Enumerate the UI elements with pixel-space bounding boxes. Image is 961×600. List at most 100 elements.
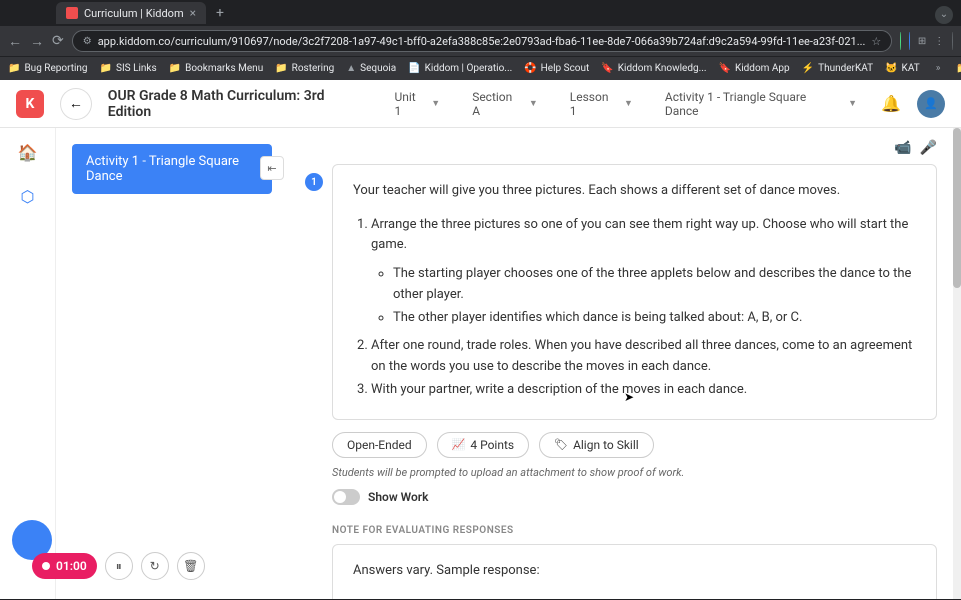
pause-button[interactable]: ⏸ — [105, 552, 133, 580]
response-card: Answers vary. Sample response: A: Move r… — [332, 544, 937, 599]
folder-icon: 📁 — [275, 63, 287, 74]
bookmarks-overflow-icon[interactable]: » — [932, 63, 945, 74]
points-pill[interactable]: 📈4 Points — [437, 432, 529, 458]
reload-icon[interactable]: ⟳ — [52, 33, 64, 49]
folder-icon: 📁 — [8, 63, 20, 74]
all-bookmarks-button[interactable]: 📁All Bookmarks — [956, 58, 961, 80]
kebab-menu-icon[interactable]: ⋮ — [934, 32, 944, 50]
curriculum-icon[interactable]: ⬡ — [16, 184, 40, 208]
collapse-panel-button[interactable]: ⇤ — [260, 156, 284, 180]
list-item: After one round, trade roles. When you h… — [371, 336, 916, 378]
show-work-toggle[interactable] — [332, 489, 360, 505]
bookmark-item[interactable]: 🐱KAT — [885, 63, 920, 74]
page-icon: 🛟 — [524, 63, 536, 74]
forward-arrow-icon[interactable]: → — [30, 33, 44, 50]
extensions-menu-icon[interactable]: ⊞ — [918, 32, 926, 50]
lesson-selector[interactable]: Lesson 1▼ — [562, 86, 641, 122]
page-icon: ▲ — [346, 63, 356, 74]
browser-tab[interactable]: Curriculum | Kiddom × — [56, 2, 206, 24]
list-item: Arrange the three pictures so one of you… — [371, 215, 916, 257]
app-body: 🏠 ⬡ Activity 1 - Triangle Square Dance ⇤… — [0, 80, 961, 599]
extension-icon[interactable] — [900, 32, 901, 50]
chevron-down-icon: ▼ — [529, 98, 538, 109]
side-panel: Activity 1 - Triangle Square Dance ⇤ — [56, 128, 272, 599]
home-icon[interactable]: 🏠 — [16, 140, 40, 164]
bookmark-item[interactable]: 🛟Help Scout — [524, 63, 589, 74]
back-arrow-icon[interactable]: ← — [8, 33, 22, 50]
screen-recorder-widget: 01:00 ⏸ ↻ 🗑 — [32, 552, 205, 580]
tab-favicon — [66, 7, 78, 19]
align-skill-pill[interactable]: 🏷Align to Skill — [539, 432, 654, 458]
url-text: app.kiddom.co/curriculum/910697/node/3c2… — [98, 35, 866, 48]
site-settings-icon[interactable]: ⚙ — [83, 36, 92, 47]
scrollbar-thumb[interactable] — [953, 128, 961, 288]
folder-icon: 📁 — [956, 63, 961, 74]
trending-icon: 📈 — [452, 438, 466, 451]
back-button[interactable]: ← — [60, 88, 92, 120]
chevron-down-icon: ▼ — [624, 98, 633, 109]
page-icon: ⚡ — [802, 63, 814, 74]
question-intro: Your teacher will give you three picture… — [353, 181, 916, 201]
bookmark-item[interactable]: ⚡ThunderKAT — [802, 63, 873, 74]
bookmark-item[interactable]: 🔖Kiddom App — [719, 63, 790, 74]
folder-icon: 📁 — [169, 63, 181, 74]
delete-button[interactable]: 🗑 — [177, 552, 205, 580]
restart-button[interactable]: ↻ — [141, 552, 169, 580]
bookmarks-bar: 📁Bug Reporting 📁SIS Links 📁Bookmarks Men… — [0, 56, 961, 80]
url-bar[interactable]: ⚙ app.kiddom.co/curriculum/910697/node/3… — [72, 30, 893, 52]
bookmark-item[interactable]: 📄Kiddom | Operatio... — [408, 63, 512, 74]
page-icon: 📄 — [408, 63, 420, 74]
list-item: The other player identifies which dance … — [393, 308, 916, 329]
profile-avatar[interactable] — [952, 32, 953, 50]
user-avatar[interactable]: 👤 — [917, 90, 945, 118]
content-scroll[interactable]: 📹 🎤 1 Your teacher will give you three p… — [272, 128, 961, 599]
browser-toolbar: ← → ⟳ ⚙ app.kiddom.co/curriculum/910697/… — [0, 26, 961, 56]
app-header: K ← OUR Grade 8 Math Curriculum: 3rd Edi… — [0, 80, 961, 128]
question-substeps: The starting player chooses one of the t… — [371, 264, 916, 328]
response-intro: Answers vary. Sample response: — [353, 561, 916, 582]
bookmark-item[interactable]: ▲Sequoia — [346, 63, 396, 74]
show-work-toggle-row: Show Work — [332, 489, 937, 505]
section-selector[interactable]: Section A▼ — [464, 86, 546, 122]
list-item: With your partner, write a description o… — [371, 380, 916, 401]
note-label: NOTE FOR EVALUATING RESPONSES — [332, 525, 937, 536]
bookmark-item[interactable]: 📁SIS Links — [100, 63, 157, 74]
bell-icon[interactable]: 🔔 — [881, 94, 901, 113]
chevron-down-icon: ▼ — [431, 98, 440, 109]
kiddom-logo[interactable]: K — [16, 90, 44, 118]
activity-selector[interactable]: Activity 1 - Triangle Square Dance▼ — [657, 86, 865, 122]
chevron-down-icon[interactable]: ⌄ — [935, 6, 953, 24]
recorder-time-pill[interactable]: 01:00 — [32, 553, 97, 579]
page-icon: 🔖 — [719, 63, 731, 74]
activity-chip[interactable]: Activity 1 - Triangle Square Dance — [72, 144, 272, 194]
record-dot-icon — [42, 562, 50, 570]
tag-icon: 🏷 — [554, 438, 568, 451]
extension-icon[interactable] — [909, 32, 910, 50]
bookmark-item[interactable]: 📁Rostering — [275, 63, 334, 74]
question-card: 1 Your teacher will give you three pictu… — [332, 164, 937, 420]
bookmark-item[interactable]: 🔖Kiddom Knowledg... — [601, 63, 706, 74]
main-area: Activity 1 - Triangle Square Dance ⇤ 📹 🎤… — [56, 80, 961, 599]
close-icon[interactable]: × — [190, 6, 196, 20]
microphone-icon[interactable]: 🎤 — [920, 140, 937, 156]
folder-icon: 📁 — [100, 63, 112, 74]
chevron-down-icon: ▼ — [848, 98, 857, 109]
video-icon[interactable]: 📹 — [894, 140, 911, 156]
new-tab-button[interactable]: + — [210, 5, 230, 21]
unit-selector[interactable]: Unit 1▼ — [386, 86, 448, 122]
toggle-label: Show Work — [368, 490, 428, 504]
bookmark-item[interactable]: 📁Bug Reporting — [8, 63, 88, 74]
page-icon: 🐱 — [885, 63, 897, 74]
upload-hint: Students will be prompted to upload an a… — [332, 466, 937, 479]
bookmark-item[interactable]: 📁Bookmarks Menu — [169, 63, 264, 74]
question-meta-row: Open-Ended 📈4 Points 🏷Align to Skill — [332, 432, 937, 458]
browser-tab-strip: Curriculum | Kiddom × + ⌄ — [0, 0, 961, 26]
page-title: OUR Grade 8 Math Curriculum: 3rd Edition — [108, 88, 371, 120]
list-item: The starting player chooses one of the t… — [393, 264, 916, 306]
question-number-badge: 1 — [305, 173, 323, 191]
question-steps: Arrange the three pictures so one of you… — [353, 215, 916, 401]
star-icon[interactable]: ☆ — [871, 35, 881, 48]
tab-title: Curriculum | Kiddom — [84, 7, 184, 20]
page-icon: 🔖 — [601, 63, 613, 74]
question-type-pill[interactable]: Open-Ended — [332, 432, 427, 458]
